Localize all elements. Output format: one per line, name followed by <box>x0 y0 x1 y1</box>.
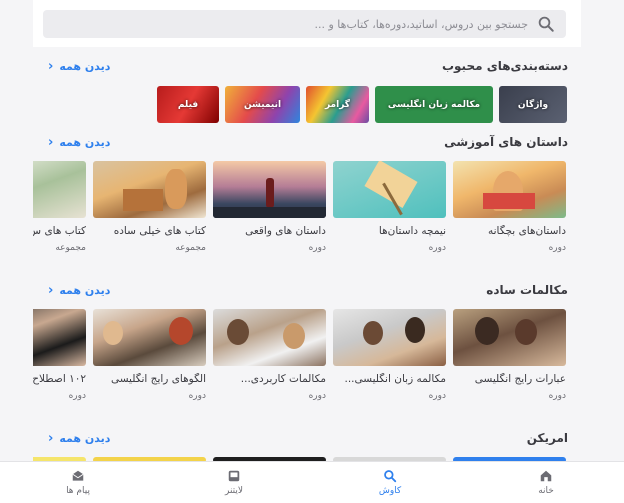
conversation-type: دوره <box>68 391 86 401</box>
story-type: دوره <box>548 243 566 253</box>
conversation-card[interactable]: ۱۰۲ اصطلاح دوره <box>33 309 86 401</box>
story-title: کتاب های س <box>33 225 86 237</box>
conversation-thumbnail <box>93 309 206 366</box>
conversation-title: الگوهای رایج انگلیسی <box>110 373 206 385</box>
story-type: مجموعه <box>55 243 86 253</box>
mail-icon <box>72 470 84 481</box>
conversation-title: ۱۰۲ اصطلاح <box>33 373 86 385</box>
story-title: داستان های واقعی <box>245 225 326 237</box>
conversation-card[interactable]: مکالمات کاربردی... دوره <box>213 309 326 401</box>
category-chip-film[interactable]: فیلم <box>157 86 219 123</box>
conversation-title: مکالمه زبان انگلیسی... <box>344 373 446 385</box>
category-chips: واژگان مکالمه زبان انگلیسی گرامر انیمیشن… <box>152 86 567 123</box>
conversation-type: دوره <box>428 391 446 401</box>
see-all-stories-link[interactable]: دیدن همه ‹ <box>48 135 110 150</box>
stories-row: داستان‌های بچگانه دوره نیمچه داستان‌ها د… <box>33 161 566 261</box>
story-thumbnail <box>33 161 86 218</box>
chevron-left-icon: ‹ <box>48 430 54 446</box>
nav-explore[interactable]: کاوش <box>312 462 468 503</box>
story-card[interactable]: داستان های واقعی دوره <box>213 161 326 253</box>
section-title-american: امریکن <box>526 431 568 445</box>
story-thumbnail <box>453 161 566 218</box>
story-title: نیمچه داستان‌ها <box>378 225 446 237</box>
conversation-thumbnail <box>33 309 86 366</box>
chevron-left-icon: ‹ <box>48 58 54 74</box>
category-chip-label: گرامر <box>324 99 351 110</box>
section-title-stories: داستان های آموزشی <box>444 135 568 149</box>
category-chip-grammar[interactable]: گرامر <box>306 86 369 123</box>
story-card[interactable]: نیمچه داستان‌ها دوره <box>333 161 446 253</box>
see-all-categories-link[interactable]: دیدن همه ‹ <box>48 59 110 74</box>
story-thumbnail <box>93 161 206 218</box>
conversation-title: مکالمات کاربردی... <box>240 373 326 385</box>
see-all-label: دیدن همه <box>59 431 111 445</box>
story-thumbnail <box>213 161 326 218</box>
see-all-american-link[interactable]: دیدن همه ‹ <box>48 431 110 446</box>
nav-messages[interactable]: پیام ها <box>0 462 156 503</box>
category-chip-label: فیلم <box>177 99 199 110</box>
see-all-label: دیدن همه <box>59 135 111 149</box>
conversation-thumbnail <box>213 309 326 366</box>
section-header-conversations: مکالمات ساده دیدن همه ‹ <box>48 280 568 300</box>
story-card[interactable]: کتاب های خیلی ساده مجموعه <box>93 161 206 253</box>
see-all-label: دیدن همه <box>59 283 111 297</box>
nav-messages-label: پیام ها <box>66 486 90 496</box>
category-chip-animation[interactable]: انیمیشن <box>225 86 300 123</box>
story-card[interactable]: داستان‌های بچگانه دوره <box>453 161 566 253</box>
story-type: دوره <box>428 243 446 253</box>
search-bar <box>33 0 581 47</box>
bottom-navigation: خانه کاوش لایتنر پیام ها <box>0 461 624 503</box>
story-title: کتاب های خیلی ساده <box>113 225 206 237</box>
conversation-thumbnail <box>453 309 566 366</box>
conversation-type: دوره <box>548 391 566 401</box>
see-all-label: دیدن همه <box>59 59 111 73</box>
category-chip-label: انیمیشن <box>243 99 282 110</box>
nav-library[interactable]: لایتنر <box>156 462 312 503</box>
conversation-type: دوره <box>188 391 206 401</box>
section-title-conversations: مکالمات ساده <box>486 283 568 297</box>
category-chip-vocabulary[interactable]: واژگان <box>499 86 567 123</box>
story-title: داستان‌های بچگانه <box>487 225 566 237</box>
nav-home-label: خانه <box>538 486 554 496</box>
conversations-row: عبارات رایج انگلیسی دوره مکالمه زبان انگ… <box>33 309 566 409</box>
story-card[interactable]: کتاب های س مجموعه <box>33 161 86 253</box>
nav-library-label: لایتنر <box>224 486 244 496</box>
nav-explore-label: کاوش <box>378 486 402 496</box>
conversation-card[interactable]: الگوهای رایج انگلیسی دوره <box>93 309 206 401</box>
chevron-left-icon: ‹ <box>48 134 54 150</box>
search-icon <box>384 470 397 483</box>
section-header-american: امریکن دیدن همه ‹ <box>48 428 568 448</box>
section-header-stories: داستان های آموزشی دیدن همه ‹ <box>48 132 568 152</box>
see-all-conversations-link[interactable]: دیدن همه ‹ <box>48 283 110 298</box>
app-root: دسته‌بندی‌های محبوب دیدن همه ‹ واژگان مک… <box>0 0 624 503</box>
conversation-thumbnail <box>333 309 446 366</box>
nav-home[interactable]: خانه <box>468 462 624 503</box>
story-thumbnail <box>333 161 446 218</box>
conversation-type: دوره <box>308 391 326 401</box>
category-chip-label: مکالمه زبان انگلیسی <box>387 99 481 110</box>
conversation-title: عبارات رایج انگلیسی <box>474 373 566 385</box>
search-icon[interactable] <box>536 14 556 34</box>
home-icon <box>540 470 552 482</box>
conversation-card[interactable]: مکالمه زبان انگلیسی... دوره <box>333 309 446 401</box>
conversation-card[interactable]: عبارات رایج انگلیسی دوره <box>453 309 566 401</box>
section-title-categories: دسته‌بندی‌های محبوب <box>441 59 568 73</box>
inbox-tray-icon <box>228 470 240 482</box>
search-box[interactable] <box>43 10 566 38</box>
category-chip-conversation[interactable]: مکالمه زبان انگلیسی <box>375 86 493 123</box>
category-chip-label: واژگان <box>517 99 549 110</box>
story-type: دوره <box>308 243 326 253</box>
chevron-left-icon: ‹ <box>48 282 54 298</box>
search-input[interactable] <box>58 17 528 31</box>
story-type: مجموعه <box>175 243 206 253</box>
section-header-categories: دسته‌بندی‌های محبوب دیدن همه ‹ <box>48 56 568 76</box>
